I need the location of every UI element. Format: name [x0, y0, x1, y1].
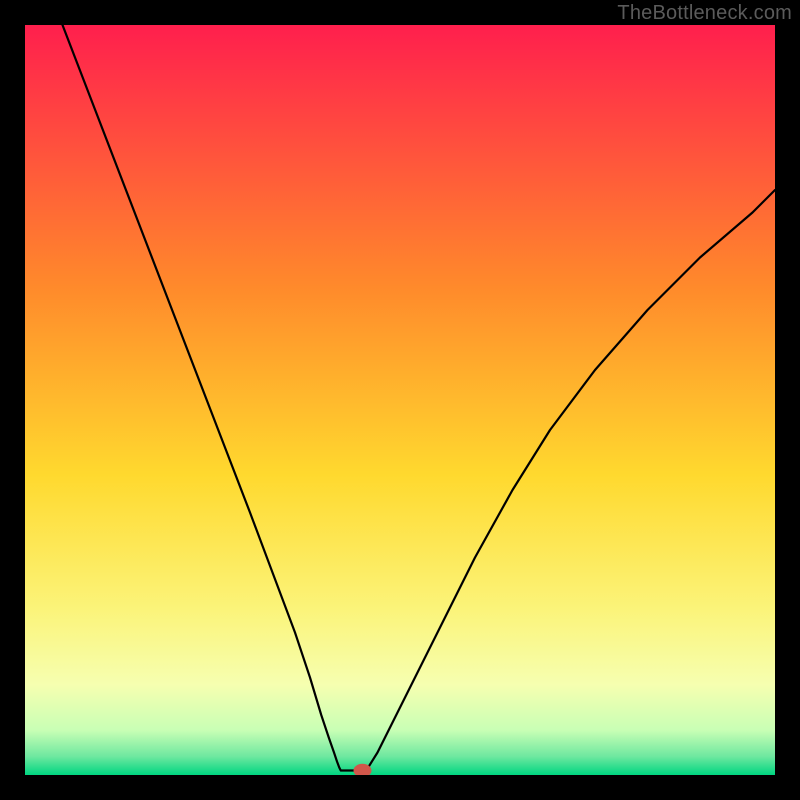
chart-frame: TheBottleneck.com	[0, 0, 800, 800]
heatmap-background	[25, 25, 775, 775]
chart-plot	[25, 25, 775, 775]
watermark-label: TheBottleneck.com	[617, 2, 792, 25]
